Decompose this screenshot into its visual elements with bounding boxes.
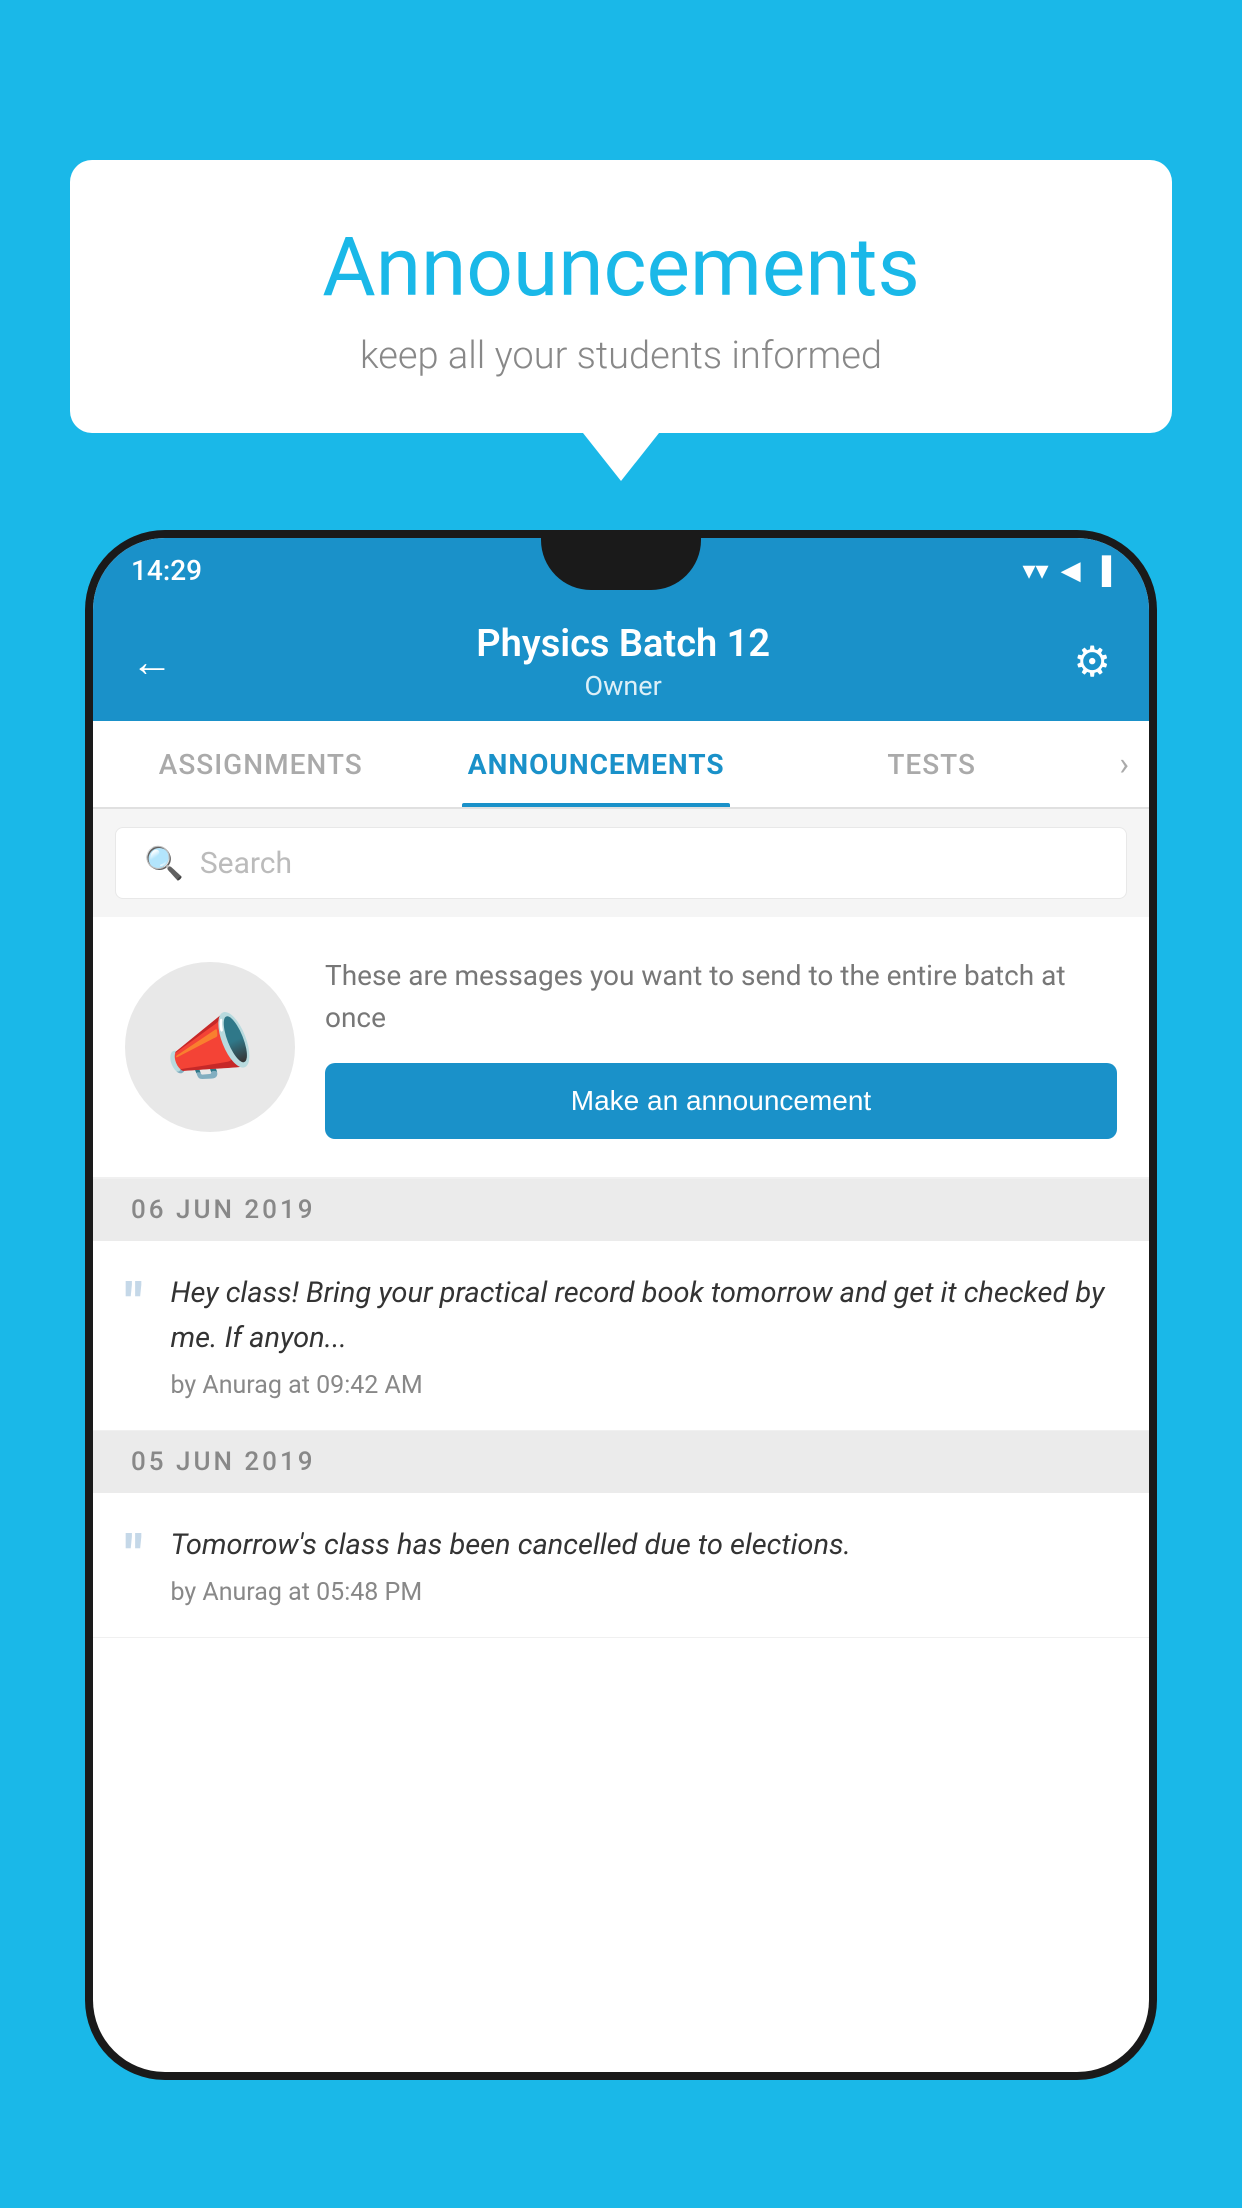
announcement-text-1: Hey class! Bring your practical record b… [170, 1271, 1117, 1361]
notch [541, 538, 701, 590]
batch-subtitle: Owner [476, 670, 770, 702]
announcement-item-2: " Tomorrow's class has been cancelled du… [93, 1493, 1149, 1638]
speech-bubble-tail [583, 433, 659, 481]
announcement-meta-1: by Anurag at 09:42 AM [170, 1371, 1117, 1400]
promo-icon-circle: 📣 [125, 962, 295, 1132]
speech-bubble-section: Announcements keep all your students inf… [70, 160, 1172, 481]
phone-outer: 14:29 ▾▾ ◀ ▐ ← Physics Batch 12 Owner ⚙ [85, 530, 1157, 2080]
signal-icon: ◀ [1061, 556, 1081, 586]
phone-mockup: 14:29 ▾▾ ◀ ▐ ← Physics Batch 12 Owner ⚙ [85, 530, 1157, 2208]
tab-more[interactable]: › [1099, 745, 1149, 783]
settings-button[interactable]: ⚙ [1073, 637, 1111, 687]
announcement-meta-2: by Anurag at 05:48 PM [170, 1578, 1117, 1607]
batch-title: Physics Batch 12 [476, 622, 770, 666]
search-input[interactable]: Search [200, 846, 292, 881]
battery-icon: ▐ [1093, 555, 1111, 586]
search-icon: 🔍 [144, 844, 184, 882]
status-time: 14:29 [131, 554, 202, 587]
back-button[interactable]: ← [131, 638, 173, 687]
date-separator-2: 05 JUN 2019 [93, 1431, 1149, 1493]
phone-inner: 14:29 ▾▾ ◀ ▐ ← Physics Batch 12 Owner ⚙ [93, 538, 1149, 2072]
announcement-content-1: Hey class! Bring your practical record b… [170, 1271, 1117, 1400]
speech-bubble: Announcements keep all your students inf… [70, 160, 1172, 433]
announcements-subtitle: keep all your students informed [140, 334, 1102, 378]
search-bar-wrapper: 🔍 Search [93, 809, 1149, 917]
announcements-title: Announcements [140, 220, 1102, 316]
promo-block: 📣 These are messages you want to send to… [93, 917, 1149, 1179]
app-header: ← Physics Batch 12 Owner ⚙ [93, 603, 1149, 721]
promo-description: These are messages you want to send to t… [325, 955, 1117, 1039]
wifi-icon: ▾▾ [1022, 556, 1048, 586]
status-bar: 14:29 ▾▾ ◀ ▐ [93, 538, 1149, 603]
quote-icon-2: " [125, 1529, 142, 1584]
megaphone-icon: 📣 [165, 1005, 255, 1090]
header-center: Physics Batch 12 Owner [476, 622, 770, 702]
tab-tests[interactable]: TESTS [764, 721, 1099, 807]
search-bar[interactable]: 🔍 Search [115, 827, 1127, 899]
quote-icon-1: " [125, 1277, 142, 1332]
tabs-bar: ASSIGNMENTS ANNOUNCEMENTS TESTS › [93, 721, 1149, 809]
announcement-item-1: " Hey class! Bring your practical record… [93, 1241, 1149, 1431]
promo-content: These are messages you want to send to t… [325, 955, 1117, 1139]
tab-assignments[interactable]: ASSIGNMENTS [93, 721, 428, 807]
make-announcement-button[interactable]: Make an announcement [325, 1063, 1117, 1139]
announcement-text-2: Tomorrow's class has been cancelled due … [170, 1523, 1117, 1568]
date-separator-1: 06 JUN 2019 [93, 1179, 1149, 1241]
status-icons: ▾▾ ◀ ▐ [1022, 555, 1111, 586]
announcement-content-2: Tomorrow's class has been cancelled due … [170, 1523, 1117, 1607]
tab-announcements[interactable]: ANNOUNCEMENTS [428, 721, 763, 807]
